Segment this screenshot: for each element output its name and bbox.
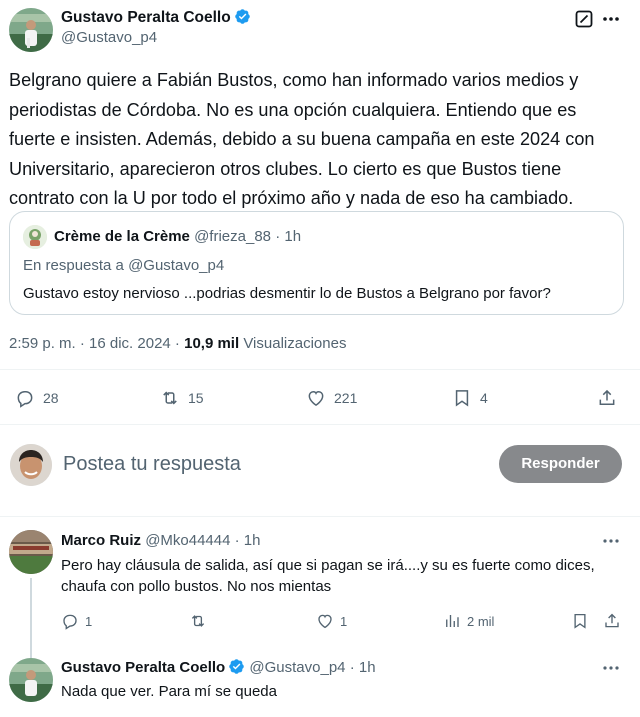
author-name[interactable]: Gustavo Peralta Coello: [61, 9, 231, 26]
reply2-time[interactable]: · 1h: [350, 659, 376, 676]
views-label: Visualizaciones: [243, 335, 347, 352]
reply-input[interactable]: Postea tu respuesta: [63, 451, 241, 477]
author-avatar[interactable]: [9, 8, 53, 52]
reply-button[interactable]: 28: [15, 388, 59, 408]
reply-views-count: 2 mil: [467, 613, 495, 629]
quote-avatar-image: [23, 225, 47, 249]
views-icon: [446, 615, 459, 627]
tweet-timestamp[interactable]: 2:59 p. m. · 16 dic. 2024 ·: [9, 335, 180, 352]
share-button[interactable]: [597, 388, 617, 408]
reply-bookmark-button[interactable]: [571, 612, 589, 630]
repost-icon: [191, 615, 205, 627]
repost-button[interactable]: 15: [160, 388, 204, 408]
reply-views-button[interactable]: 2 mil: [443, 612, 494, 630]
reply2-author-name[interactable]: Gustavo Peralta Coello: [61, 659, 225, 676]
quoted-tweet[interactable]: Crème de la Crème @frieza_88 · 1h En res…: [9, 211, 624, 315]
reply2-text: Nada que ver. Para mí se queda: [61, 683, 277, 700]
author-handle[interactable]: @Gustavo_p4: [61, 28, 251, 48]
reply-reply-button[interactable]: 1: [61, 612, 92, 630]
repost-count: 15: [188, 390, 204, 406]
reply-text: Pero hay cláusula de salida, así que si …: [61, 557, 595, 595]
reply-like-button[interactable]: 1: [316, 612, 347, 630]
repost-icon: [163, 391, 177, 405]
reply-author-avatar[interactable]: [9, 530, 53, 574]
my-avatar-image: [10, 444, 52, 486]
reply-reply-count: 1: [85, 613, 93, 629]
divider: [0, 369, 640, 370]
tweet-text: Belgrano quiere a Fabián Bustos, como ha…: [9, 70, 595, 208]
reply-repost-button[interactable]: [189, 612, 213, 630]
verified-badge-icon: [234, 9, 250, 24]
reply2-author-avatar[interactable]: [9, 658, 53, 702]
thread-line: [30, 578, 32, 658]
quote-time: · 1h: [275, 228, 302, 245]
divider: [0, 424, 640, 425]
my-avatar[interactable]: [10, 444, 52, 486]
like-button[interactable]: 221: [306, 388, 357, 408]
reply2-avatar-image: [9, 658, 53, 702]
quote-text: Gustavo estoy nervioso ...podrias desmen…: [23, 285, 551, 302]
quote-reply-to: En respuesta a @Gustavo_p4: [23, 257, 225, 274]
bookmark-button[interactable]: 4: [452, 388, 488, 408]
divider: [0, 516, 640, 517]
bookmark-icon: [574, 613, 586, 629]
heart-icon: [308, 390, 324, 406]
more-options-icon[interactable]: [601, 9, 621, 29]
bookmark-icon: [455, 390, 469, 407]
reply-like-count: 1: [340, 613, 348, 629]
reply-share-button[interactable]: [603, 612, 621, 630]
reply-submit-button[interactable]: Responder: [499, 445, 622, 483]
reply2-author-handle[interactable]: @Gustavo_p4: [249, 659, 345, 676]
quote-avatar: [23, 225, 47, 249]
reply-count: 28: [43, 390, 59, 406]
avatar-image: [9, 8, 53, 52]
grok-icon[interactable]: [574, 9, 594, 29]
reply-more-options-icon[interactable]: [601, 531, 621, 551]
bookmark-count: 4: [480, 390, 488, 406]
reply-author-handle[interactable]: @Mko44444: [145, 532, 230, 549]
quote-author-name: Crème de la Crème: [54, 228, 190, 245]
like-count: 221: [334, 390, 358, 406]
verified-badge-icon: [229, 659, 244, 674]
reply-author-name[interactable]: Marco Ruiz: [61, 532, 141, 549]
reply-icon: [17, 391, 33, 408]
quote-author-handle: @frieza_88: [194, 228, 272, 245]
reply-time[interactable]: · 1h: [235, 532, 261, 549]
reply-avatar-image: [9, 530, 53, 574]
views-count: 10,9 mil: [184, 335, 240, 352]
reply-icon: [63, 614, 77, 630]
heart-icon: [318, 614, 332, 629]
reply2-more-options-icon[interactable]: [601, 658, 621, 678]
share-icon: [605, 613, 619, 628]
share-icon: [599, 389, 615, 405]
